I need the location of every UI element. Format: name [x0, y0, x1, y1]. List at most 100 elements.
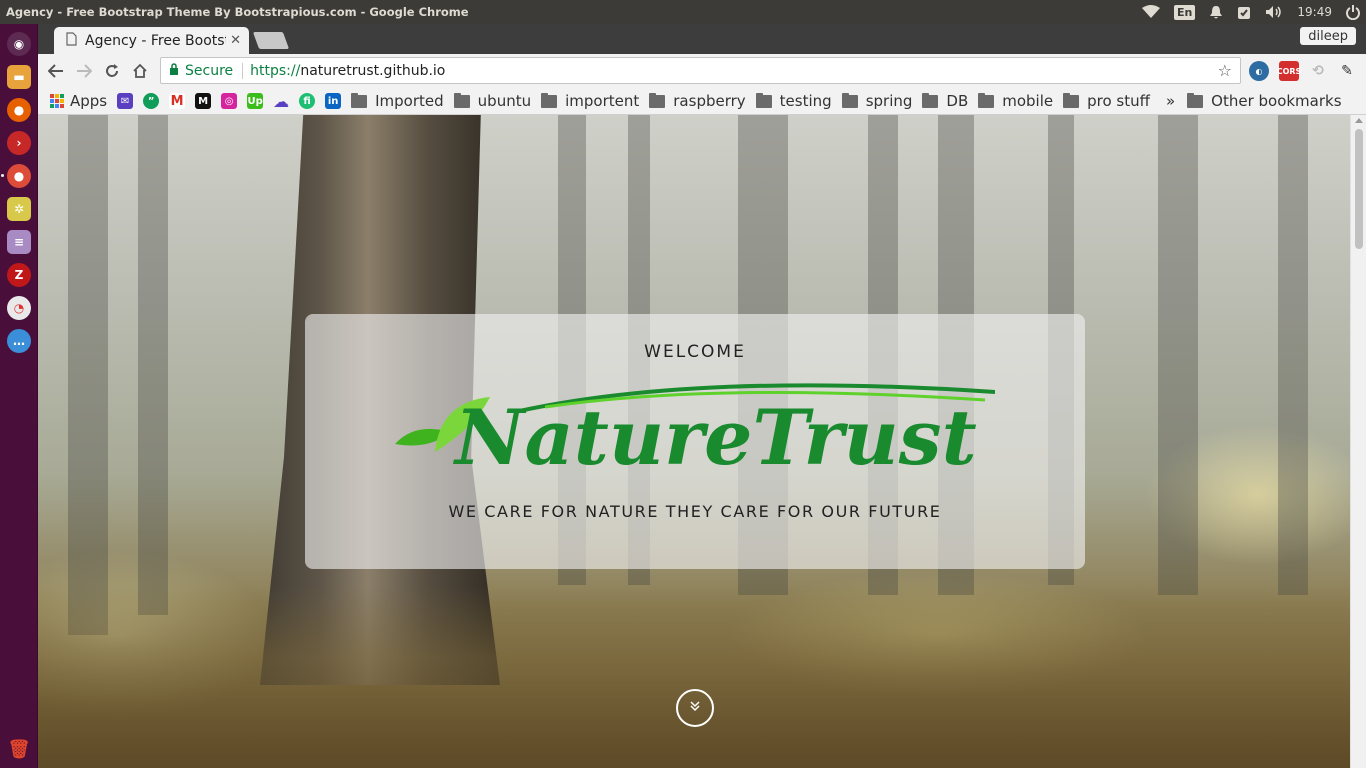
tab-active[interactable]: Agency - Free Bootstrap Theme ✕ — [54, 27, 249, 54]
bookmark-folder-pro-stuff[interactable]: pro stuff — [1063, 92, 1150, 110]
bookmark-folder-importent[interactable]: importent — [541, 92, 639, 110]
settings-app-icon[interactable]: ✲ — [7, 197, 31, 221]
logo-wordmark: NatureTrust — [453, 393, 977, 472]
files-icon[interactable]: ▬ — [7, 65, 31, 89]
back-arrow-icon[interactable] — [42, 57, 70, 85]
clock[interactable]: 19:49 — [1297, 5, 1332, 19]
bookmark-folder-raspberry[interactable]: raspberry — [649, 92, 746, 110]
chrome-icon[interactable]: ● — [7, 164, 31, 188]
secure-label[interactable]: Secure — [185, 62, 244, 79]
system-indicators: En 19:49 — [1142, 4, 1366, 20]
tab-title: Agency - Free Bootstrap Theme — [85, 32, 226, 49]
folder-label: mobile — [1002, 92, 1054, 110]
bookmark-folder-ubuntu[interactable]: ubuntu — [453, 92, 532, 110]
address-bar[interactable]: Secure https:// naturetrust.github.io ☆ — [160, 57, 1241, 84]
tab-strip: Agency - Free Bootstrap Theme ✕ dileep — [38, 24, 1366, 54]
checklist-icon[interactable] — [1237, 5, 1251, 20]
scroll-up-arrow-icon[interactable] — [1355, 118, 1363, 123]
bookmark-gmail[interactable]: M — [169, 93, 186, 109]
disk-usage-icon[interactable]: ◔ — [7, 296, 31, 320]
cloud-icon: ☁ — [273, 91, 290, 111]
linkedin-icon: in — [325, 93, 342, 109]
bookmark-cloud[interactable]: ☁ — [273, 91, 290, 111]
bookmarks-overflow-chevron[interactable]: » — [1166, 92, 1175, 110]
gmail-icon: M — [169, 93, 186, 109]
browser-toolbar: Secure https:// naturetrust.github.io ☆ … — [38, 54, 1366, 88]
text-editor-icon[interactable]: ≡ — [7, 230, 31, 254]
page-viewport: WELCOME NatureTrust WE CARE FOR NATURE T… — [38, 115, 1350, 768]
extension-disabled-icon[interactable]: ⟲ — [1308, 61, 1328, 81]
bookmark-folder-db[interactable]: DB — [922, 92, 968, 110]
close-tab-icon[interactable]: ✕ — [230, 33, 241, 48]
folder-icon — [922, 92, 939, 108]
scroll-down-button[interactable] — [676, 689, 714, 727]
bookmark-medium[interactable]: M — [195, 93, 212, 109]
power-icon[interactable] — [1346, 4, 1360, 20]
home-icon[interactable] — [126, 57, 154, 85]
bookmark-linkedin[interactable]: in — [325, 93, 342, 109]
other-bookmarks-label: Other bookmarks — [1211, 92, 1342, 110]
lock-icon — [169, 63, 179, 78]
filezilla-icon[interactable]: Z — [7, 263, 31, 287]
mail-icon: ✉ — [117, 93, 134, 109]
folder-icon — [755, 92, 772, 108]
folder-label: testing — [779, 92, 832, 110]
bookmark-hangouts[interactable]: ” — [143, 93, 160, 109]
folder-label: importent — [565, 92, 640, 110]
folder-label: raspberry — [673, 92, 746, 110]
profile-button[interactable]: dileep — [1300, 27, 1356, 45]
url-scheme: https:// — [250, 62, 301, 79]
url-host: naturetrust.github.io — [300, 62, 446, 79]
forest-floor — [38, 585, 1350, 768]
bookmark-instagram[interactable]: ◎ — [221, 93, 238, 109]
medium-icon: M — [195, 93, 212, 109]
keyboard-language-indicator[interactable]: En — [1174, 4, 1196, 20]
folder-icon — [1063, 92, 1080, 108]
bookmark-folder-spring[interactable]: spring — [841, 92, 912, 110]
volume-icon[interactable] — [1265, 5, 1283, 19]
fiverr-icon: fi — [299, 93, 316, 109]
bookmark-fiverr[interactable]: fi — [299, 93, 316, 109]
folder-icon — [1187, 92, 1204, 108]
background-tree — [68, 115, 108, 635]
page-scrollbar[interactable] — [1350, 115, 1366, 768]
hero-welcome: WELCOME — [644, 342, 746, 362]
forward-arrow-icon[interactable] — [70, 57, 98, 85]
more-apps-icon[interactable]: … — [7, 329, 31, 353]
folder-icon — [351, 92, 368, 108]
nature-trust-logo: NatureTrust — [395, 383, 995, 472]
bookmark-folder-testing[interactable]: testing — [755, 92, 832, 110]
other-bookmarks[interactable]: Other bookmarks — [1187, 92, 1342, 110]
color-picker-extension-icon[interactable]: ✎ — [1337, 61, 1357, 81]
bookmark-upwork[interactable]: Up — [247, 93, 264, 109]
unity-launcher: ◉ ▬ ● › ● ✲ ≡ Z ◔ … 🗑 — [0, 24, 38, 768]
bookmark-folder-mobile[interactable]: mobile — [978, 92, 1053, 110]
window-title: Agency - Free Bootstrap Theme By Bootstr… — [6, 5, 469, 19]
hangouts-icon: ” — [143, 93, 160, 109]
folder-icon — [649, 92, 666, 108]
wifi-icon[interactable] — [1142, 5, 1161, 19]
terminal-app-icon[interactable]: › — [7, 131, 31, 155]
bookmark-folder-imported[interactable]: Imported — [351, 92, 444, 110]
background-tree — [138, 115, 168, 615]
cors-extension-icon[interactable]: CORS — [1277, 61, 1301, 81]
ubuntu-dash-icon[interactable]: ◉ — [7, 32, 31, 56]
notification-bell-icon[interactable] — [1209, 5, 1223, 20]
upwork-icon: Up — [247, 93, 264, 109]
apps-bookmark[interactable]: Apps — [50, 92, 107, 110]
bookmark-star-icon[interactable]: ☆ — [1218, 61, 1232, 80]
new-tab-button[interactable] — [252, 32, 290, 49]
scrollbar-thumb[interactable] — [1355, 129, 1363, 249]
bookmarks-bar: Apps ✉ ” M M ◎ Up ☁ fi in Imported ubunt… — [38, 88, 1366, 115]
extension-wave-icon[interactable]: ◐ — [1249, 61, 1269, 81]
trash-icon[interactable]: 🗑 — [7, 737, 31, 761]
folder-label: ubuntu — [477, 92, 532, 110]
background-tree — [1158, 115, 1198, 595]
reload-icon[interactable] — [98, 57, 126, 85]
folder-label: pro stuff — [1087, 92, 1150, 110]
instagram-icon: ◎ — [221, 93, 238, 109]
firefox-icon[interactable]: ● — [7, 98, 31, 122]
apps-label: Apps — [70, 92, 108, 110]
bookmark-mail[interactable]: ✉ — [117, 93, 134, 109]
folder-label: DB — [946, 92, 969, 110]
